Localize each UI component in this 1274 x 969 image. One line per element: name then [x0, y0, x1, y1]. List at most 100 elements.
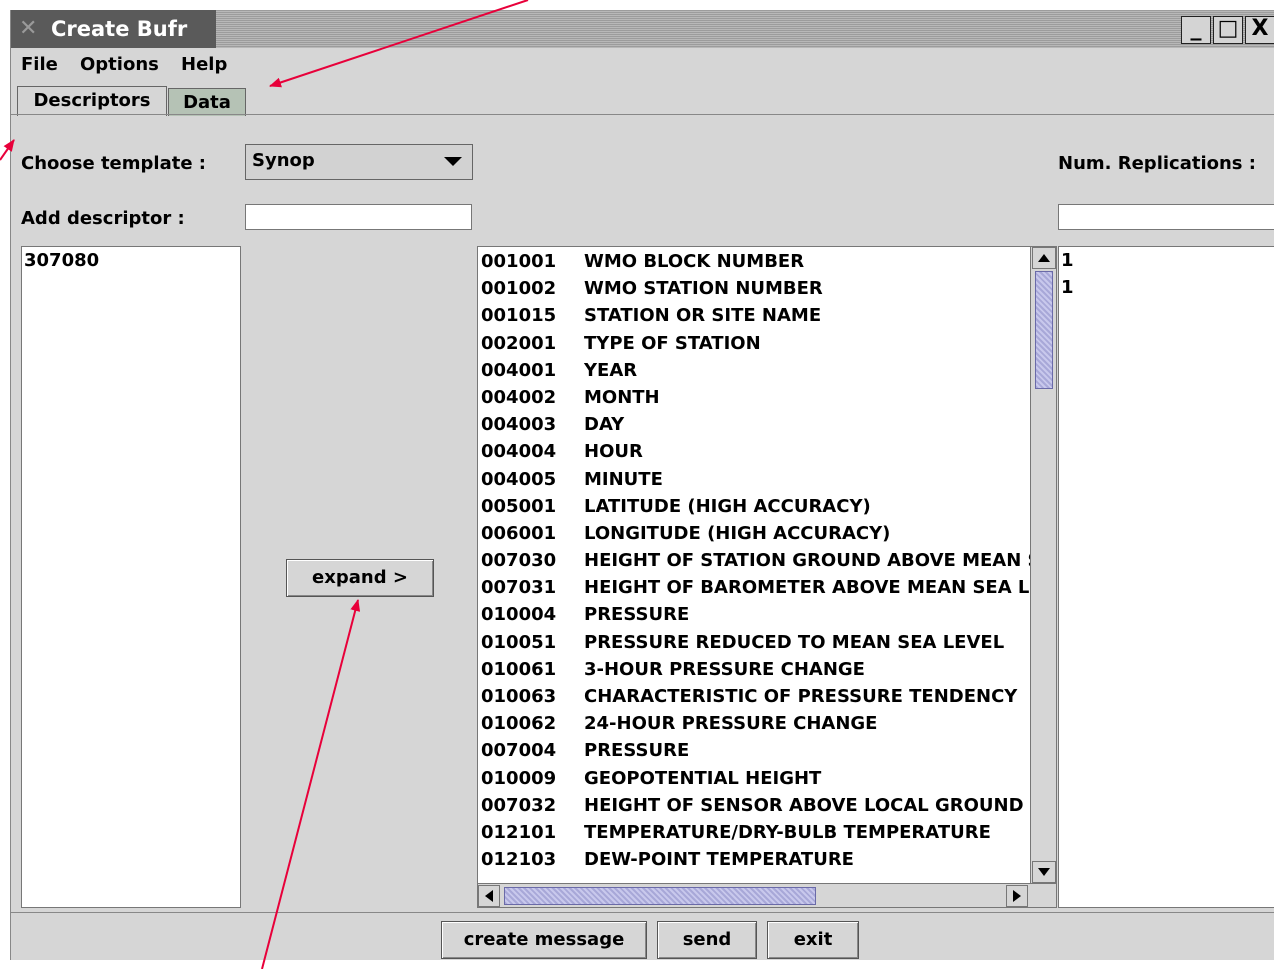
descriptor-code: 010061 [481, 658, 557, 680]
descriptor-name: MINUTE [584, 468, 663, 490]
bottom-button-bar: create message send exit [11, 912, 1274, 961]
descriptor-code: 004004 [481, 441, 557, 463]
descriptor-row[interactable]: 010004 PRESSURE [478, 601, 1030, 628]
descriptor-name: PRESSURE [584, 740, 690, 762]
horizontal-scroll-thumb[interactable] [504, 887, 816, 905]
list-item[interactable]: 1 [1059, 247, 1274, 274]
scroll-up-button[interactable] [1032, 247, 1056, 269]
send-button[interactable]: send [657, 921, 757, 959]
descriptor-code: 007032 [481, 794, 557, 816]
descriptor-code: 002001 [481, 332, 557, 354]
add-descriptor-field[interactable] [245, 204, 472, 230]
exit-button[interactable]: exit [767, 921, 859, 959]
descriptor-row[interactable]: 012103 DEW-POINT TEMPERATURE [478, 846, 1030, 873]
horizontal-scrollbar[interactable] [478, 883, 1056, 907]
replications-list[interactable]: 1 1 [1058, 246, 1274, 908]
descriptor-name: HEIGHT OF SENSOR ABOVE LOCAL GROUND ( [584, 794, 1030, 816]
arrow-up-icon [1038, 254, 1050, 262]
descriptor-row[interactable]: 004003 DAY [478, 411, 1030, 438]
descriptor-row[interactable]: 004002 MONTH [478, 384, 1030, 411]
descriptor-row[interactable]: 002001 TYPE OF STATION [478, 330, 1030, 357]
num-replications-field[interactable] [1058, 204, 1274, 230]
tab-descriptors[interactable]: Descriptors [17, 86, 167, 116]
descriptor-code: 010063 [481, 686, 557, 707]
descriptor-name: TEMPERATURE/DRY-BULB TEMPERATURE [584, 821, 991, 843]
descriptor-code: 010004 [481, 604, 557, 626]
menu-file[interactable]: File [21, 54, 58, 75]
descriptor-row[interactable]: 007032 HEIGHT OF SENSOR ABOVE LOCAL GROUN… [478, 792, 1030, 819]
descriptor-code: 007030 [481, 550, 557, 572]
descriptor-row[interactable]: 005001 LATITUDE (HIGH ACCURACY) [478, 493, 1030, 520]
descriptor-row[interactable]: 012101 TEMPERATURE/DRY-BULB TEMPERATURE [478, 819, 1030, 846]
scroll-right-button[interactable] [1006, 885, 1028, 907]
choose-template-label: Choose template : [21, 153, 206, 174]
descriptor-rows: 001001 WMO BLOCK NUMBER 001002 WMO STATION … [478, 247, 1030, 884]
descriptor-name: TYPE OF STATION [584, 332, 761, 354]
descriptor-row[interactable]: 007030 HEIGHT OF STATION GROUND ABOVE MEA… [478, 547, 1030, 574]
template-descriptor-list[interactable]: 307080 [21, 246, 241, 908]
title-box: ✕ Create Bufr [11, 10, 216, 48]
descriptor-row[interactable]: 006001 LONGITUDE (HIGH ACCURACY) [478, 520, 1030, 547]
descriptor-name: GEOPOTENTIAL HEIGHT [584, 767, 822, 789]
add-descriptor-label: Add descriptor : [21, 208, 185, 229]
descriptor-row[interactable]: 001002 WMO STATION NUMBER [478, 275, 1030, 302]
descriptor-code: 006001 [481, 522, 557, 544]
maximize-button[interactable]: □ [1213, 16, 1243, 44]
descriptor-name: STATION OR SITE NAME [584, 305, 822, 327]
descriptor-row[interactable]: 007031 HEIGHT OF BAROMETER ABOVE MEAN SEA… [478, 574, 1030, 601]
arrow-down-icon [1038, 868, 1050, 876]
descriptor-name: WMO STATION NUMBER [584, 278, 823, 300]
menu-help[interactable]: Help [181, 54, 227, 75]
list-item[interactable]: 1 [1059, 274, 1274, 301]
scroll-left-button[interactable] [478, 885, 500, 907]
descriptor-row[interactable]: 001001 WMO BLOCK NUMBER [478, 248, 1030, 275]
descriptor-name: HOUR [584, 441, 643, 463]
title-bar[interactable]: ✕ Create Bufr _ □ X [11, 10, 1274, 48]
template-dropdown[interactable]: Synop [245, 144, 473, 180]
menu-bar: File Options Help [11, 50, 1274, 84]
descriptor-code: 007004 [481, 740, 557, 762]
template-selected: Synop [252, 150, 315, 171]
minimize-button[interactable]: _ [1181, 16, 1211, 44]
arrow-left-icon [485, 890, 493, 902]
descriptor-name: LATITUDE (HIGH ACCURACY) [584, 495, 871, 517]
descriptors-panel: Choose template : Synop Num. Replication… [11, 114, 1274, 913]
descriptor-code: 010009 [481, 767, 557, 789]
tab-data[interactable]: Data [168, 88, 246, 116]
descriptor-row[interactable]: 004001 YEAR [478, 357, 1030, 384]
descriptor-code: 012101 [481, 821, 557, 843]
descriptor-name: DAY [584, 414, 625, 436]
descriptor-code: 001015 [481, 305, 557, 327]
descriptor-name: 24-HOUR PRESSURE CHANGE [584, 713, 878, 735]
menu-options[interactable]: Options [80, 54, 159, 75]
window-title: Create Bufr [51, 17, 188, 41]
descriptor-code: 005001 [481, 495, 557, 517]
descriptor-row[interactable]: 007004 PRESSURE [478, 737, 1030, 764]
chevron-down-icon [444, 157, 462, 166]
create-message-button[interactable]: create message [441, 921, 647, 959]
descriptor-code: 010051 [481, 631, 557, 653]
descriptor-row[interactable]: 004004 HOUR [478, 438, 1030, 465]
descriptor-row[interactable]: 004005 MINUTE [478, 466, 1030, 493]
descriptor-row[interactable]: 010063 CHARACTERISTIC OF PRESSURE TENDENC… [478, 683, 1030, 710]
list-item[interactable]: 307080 [22, 247, 240, 274]
close-button[interactable]: X [1245, 16, 1274, 44]
descriptor-row[interactable]: 001015 STATION OR SITE NAME [478, 302, 1030, 329]
descriptor-name: PRESSURE [584, 604, 690, 626]
expand-button[interactable]: expand > [286, 559, 434, 597]
create-bufr-window: ✕ Create Bufr _ □ X File Options Help De… [10, 10, 1274, 960]
descriptor-row[interactable]: 010051 PRESSURE REDUCED TO MEAN SEA LEVEL [478, 629, 1030, 656]
descriptor-row[interactable]: 010062 24-HOUR PRESSURE CHANGE [478, 710, 1030, 737]
descriptor-code: 001002 [481, 278, 557, 300]
vertical-scroll-thumb[interactable] [1035, 271, 1053, 389]
expanded-descriptor-list[interactable]: 001001 WMO BLOCK NUMBER 001002 WMO STATION … [477, 246, 1057, 908]
descriptor-row[interactable]: 010061 3-HOUR PRESSURE CHANGE [478, 656, 1030, 683]
descriptor-name: LONGITUDE (HIGH ACCURACY) [584, 522, 891, 544]
descriptor-name: 3-HOUR PRESSURE CHANGE [584, 658, 865, 680]
scroll-down-button[interactable] [1032, 861, 1056, 883]
vertical-scrollbar[interactable] [1030, 247, 1056, 883]
descriptor-code: 001001 [481, 251, 557, 272]
descriptor-name: DEW-POINT TEMPERATURE [584, 849, 854, 871]
descriptor-row[interactable]: 010009 GEOPOTENTIAL HEIGHT [478, 765, 1030, 792]
descriptor-name: CHARACTERISTIC OF PRESSURE TENDENCY [584, 686, 1018, 707]
